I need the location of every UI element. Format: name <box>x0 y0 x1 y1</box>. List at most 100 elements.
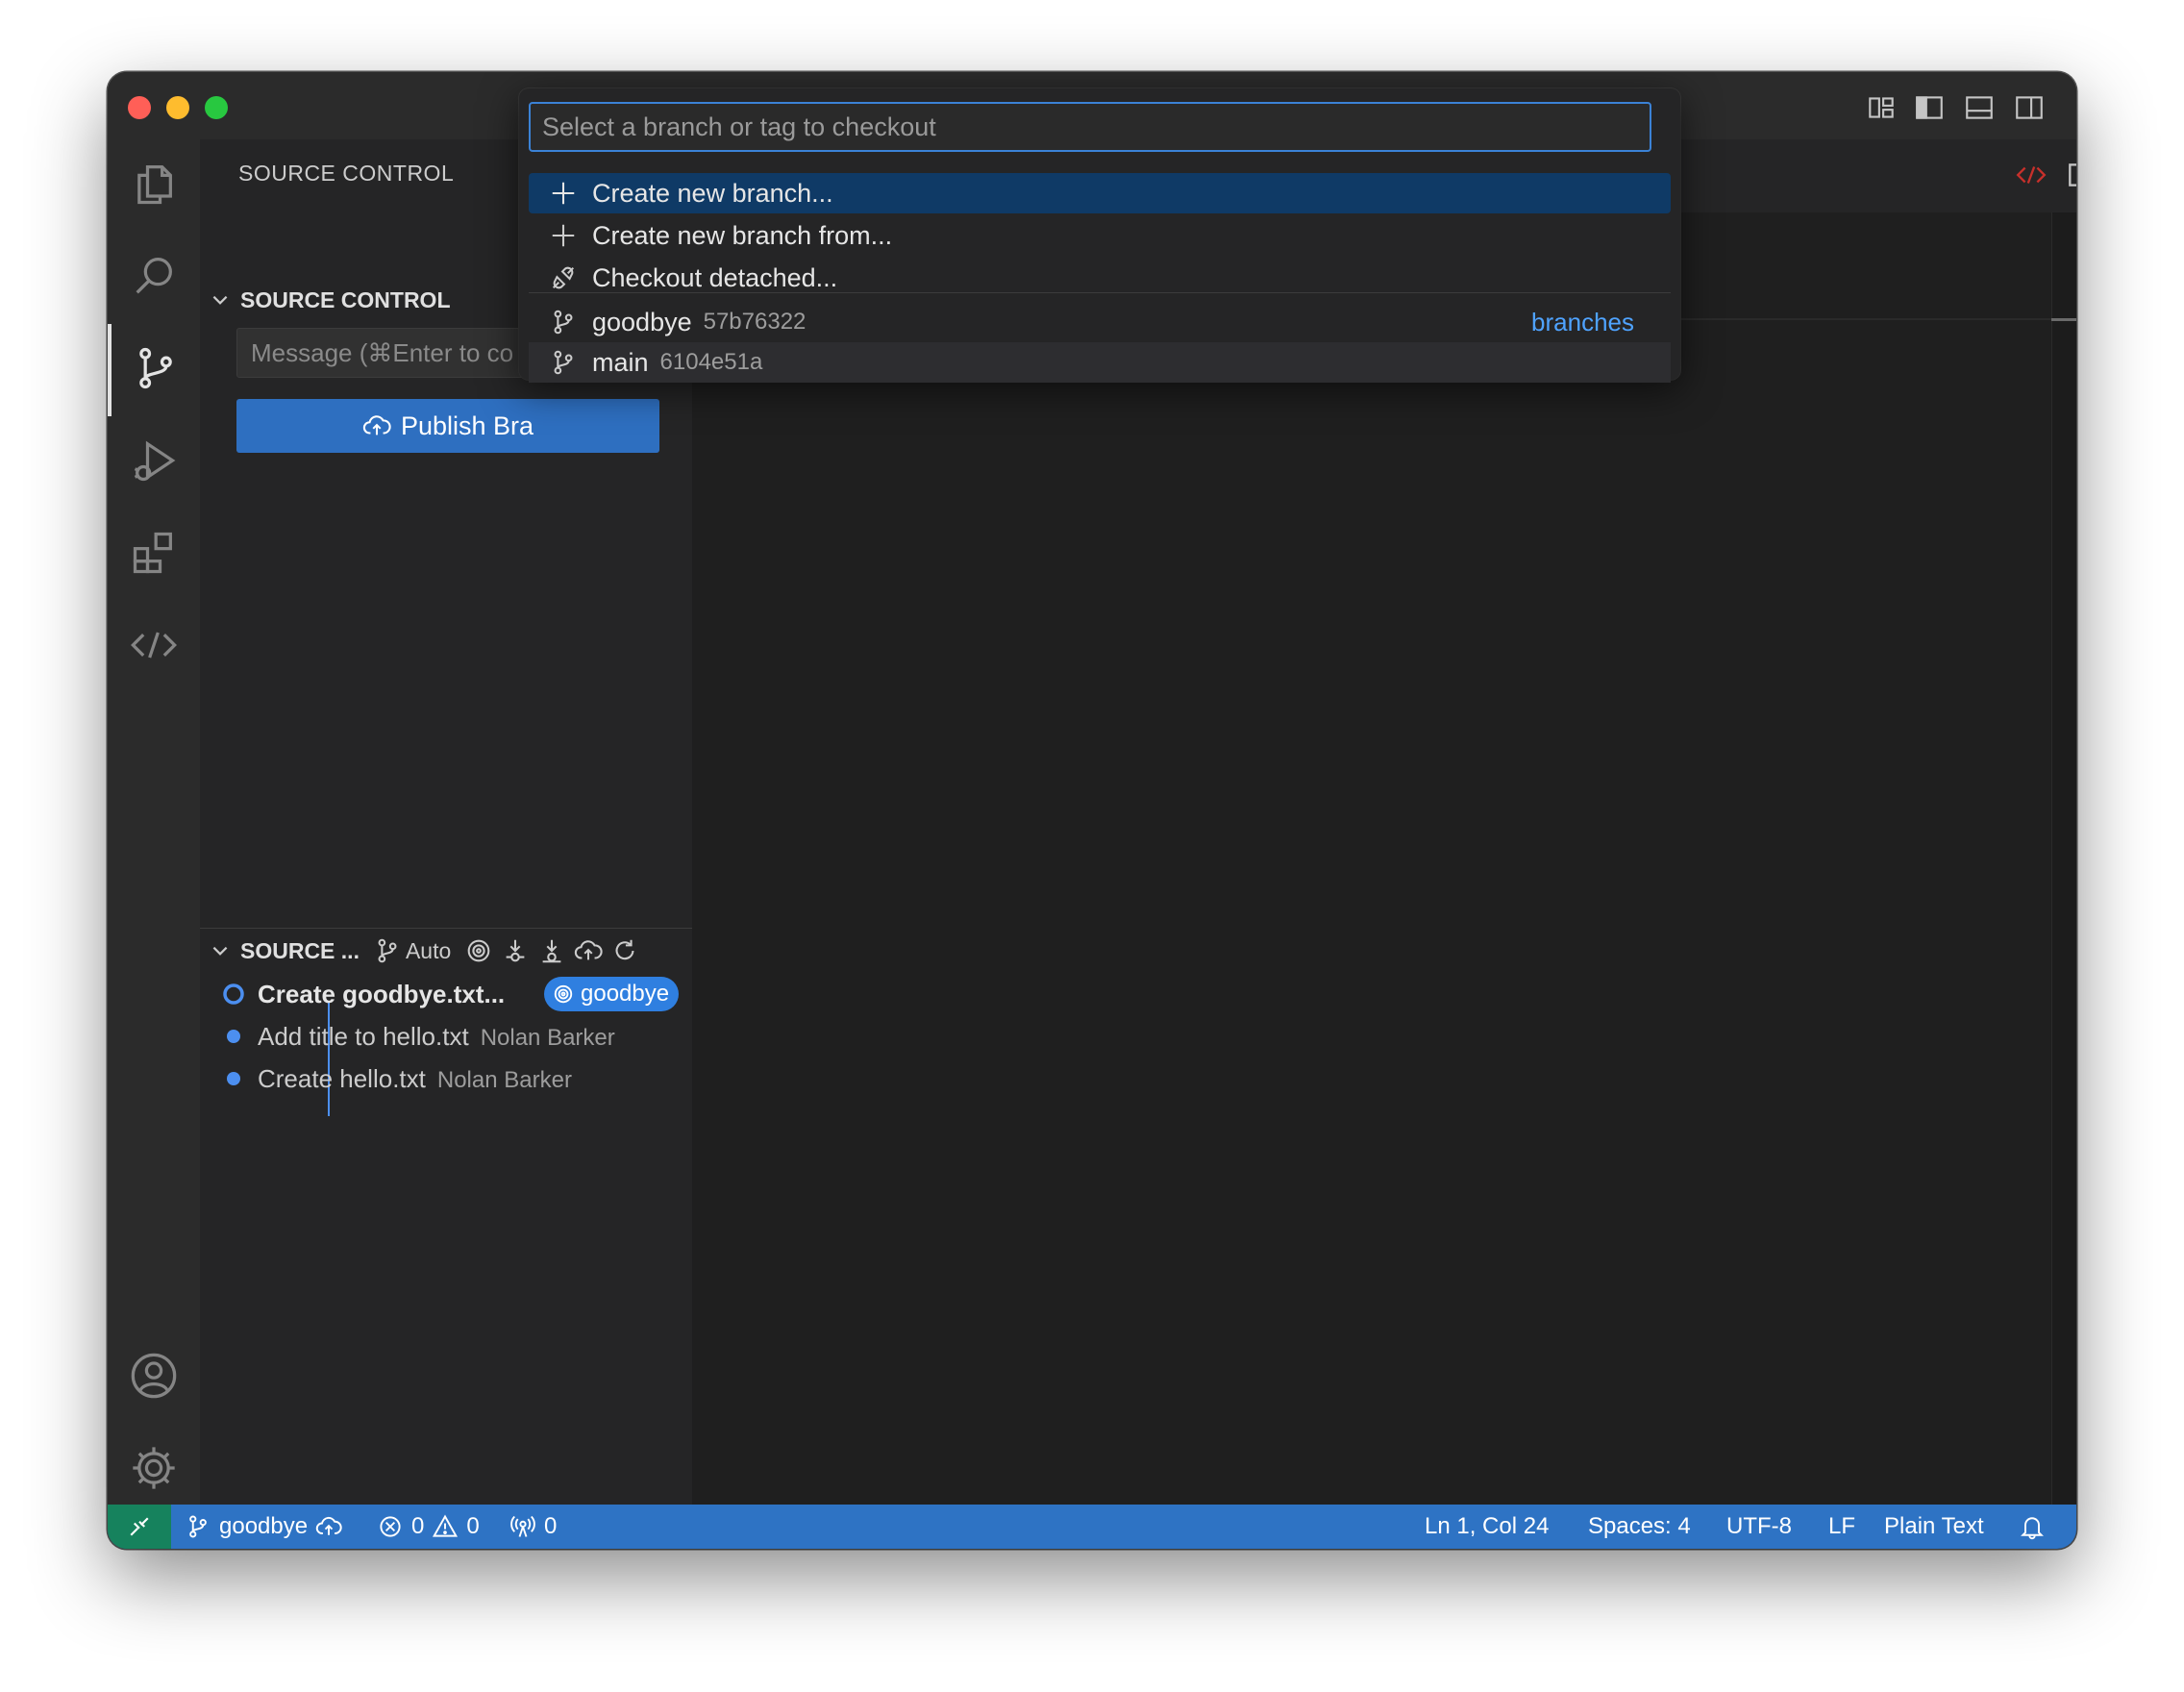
graph-commit-row[interactable]: Add title to hello.txt Nolan Barker <box>200 1015 692 1058</box>
chevron-down-icon <box>212 946 228 956</box>
quick-pick-label: Checkout detached... <box>592 262 838 292</box>
quick-pick-separator <box>529 292 1671 293</box>
commit-hash: 6104e51a <box>659 349 763 375</box>
graph-commit-row[interactable]: Create hello.txt Nolan Barker <box>200 1058 692 1100</box>
toggle-panel-icon[interactable] <box>1963 91 1996 124</box>
cursor-position[interactable]: Ln 1, Col 24 <box>1425 1505 1549 1549</box>
graph-commit-row[interactable]: Create goodbye.txt... goodbye <box>200 973 692 1015</box>
source-control-view[interactable] <box>108 324 200 416</box>
graph-auto-label: Auto <box>405 937 452 963</box>
indentation-status[interactable]: Spaces: 4 <box>1588 1505 1691 1549</box>
fetch-icon[interactable] <box>501 936 530 965</box>
error-count: 0 <box>411 1513 425 1539</box>
cloud-upload-icon <box>362 415 391 435</box>
git-branch-icon <box>378 938 397 963</box>
debug-disconnect-icon <box>548 262 579 293</box>
warning-icon <box>433 1514 459 1537</box>
status-bar: goodbye 0 0 0 Ln 1, Col 24 Spaces: 4 UTF… <box>108 1505 2076 1549</box>
branch-badge: goodbye <box>544 977 680 1011</box>
quick-pick-category: branches <box>1531 307 1634 336</box>
vscode-window: SOURCE CONTROL SOURCE CONTROL Message (⌘… <box>108 72 2076 1549</box>
encoding-status[interactable]: UTF-8 <box>1726 1505 1792 1549</box>
warning-count: 0 <box>466 1513 480 1539</box>
manage-button[interactable] <box>108 1424 200 1516</box>
commit-author: Nolan Barker <box>436 1066 572 1093</box>
remote-explorer-icon[interactable] <box>2015 159 2048 191</box>
branch-name: goodbye <box>219 1513 309 1539</box>
checkout-quick-pick: Select a branch or tag to checkout Creat… <box>519 88 1680 383</box>
quick-pick-item-create-branch[interactable]: Create new branch... <box>529 173 1671 213</box>
broadcast-icon <box>510 1515 535 1537</box>
commit-node-icon <box>227 1072 240 1085</box>
chevron-down-icon <box>212 295 228 305</box>
ports-count: 0 <box>544 1513 558 1539</box>
close-window-button[interactable] <box>128 96 151 119</box>
commit-title: Create hello.txt Nolan Barker <box>258 1063 572 1093</box>
extensions-icon <box>129 528 179 583</box>
search-icon <box>129 251 179 306</box>
run-debug-view[interactable] <box>108 416 200 509</box>
bell-icon <box>2021 1517 2044 1540</box>
quick-pick-label: goodbye <box>592 307 692 336</box>
remote-explorer-view[interactable] <box>108 601 200 693</box>
quick-pick-item-branch-goodbye[interactable]: goodbye 57b76322 branches <box>529 302 1671 342</box>
problems-status[interactable]: 0 0 <box>377 1505 480 1549</box>
sidebar-title: SOURCE CONTROL <box>238 161 455 186</box>
account-icon <box>129 1351 179 1406</box>
plus-icon <box>548 178 579 209</box>
source-control-icon <box>131 343 181 398</box>
extensions-view[interactable] <box>108 509 200 601</box>
git-branch-icon <box>548 307 579 337</box>
search-view[interactable] <box>108 232 200 324</box>
cloud-upload-icon[interactable] <box>315 1513 342 1540</box>
toggle-primary-sidebar-icon[interactable] <box>1913 91 1946 124</box>
remote-explorer-icon <box>129 620 179 675</box>
commit-title: Create goodbye.txt... <box>258 979 506 1008</box>
ports-status[interactable]: 0 <box>509 1505 557 1549</box>
split-editor-icon[interactable] <box>2065 159 2076 191</box>
branch-badge-label: goodbye <box>581 981 670 1007</box>
section-divider <box>200 928 692 929</box>
quick-pick-label: Create new branch... <box>592 178 833 208</box>
branch-status[interactable]: goodbye <box>185 1505 342 1549</box>
error-icon <box>380 1516 401 1537</box>
push-icon[interactable] <box>574 936 603 965</box>
scrollbar-position-marker <box>2051 318 2076 321</box>
language-mode-status[interactable]: Plain Text <box>1884 1505 1984 1549</box>
commit-title: Add title to hello.txt Nolan Barker <box>258 1021 615 1051</box>
publish-branch-button[interactable]: Publish Bra <box>236 399 659 453</box>
explorer-view[interactable] <box>108 139 200 232</box>
run-debug-icon <box>129 435 179 490</box>
pull-icon[interactable] <box>537 936 566 965</box>
quick-pick-item-create-branch-from[interactable]: Create new branch from... <box>529 215 1671 256</box>
git-branch-icon <box>189 1515 207 1538</box>
toggle-secondary-sidebar-icon[interactable] <box>2013 91 2046 124</box>
end-of-line-status[interactable]: LF <box>1828 1505 1855 1549</box>
minimize-window-button[interactable] <box>166 96 189 119</box>
source-control-graph-header[interactable]: SOURCE ... Auto <box>200 930 692 972</box>
customize-layout-icon[interactable] <box>1865 91 1898 124</box>
editor-scrollbar[interactable] <box>2051 212 2076 1505</box>
publish-branch-label: Publish Bra <box>400 411 534 440</box>
branch-search-input[interactable]: Select a branch or tag to checkout <box>529 102 1651 152</box>
commit-author: Nolan Barker <box>480 1024 615 1051</box>
maximize-window-button[interactable] <box>205 96 228 119</box>
commit-node-icon <box>227 1030 240 1043</box>
quick-pick-item-branch-main[interactable]: main 6104e51a <box>529 342 1671 383</box>
commit-node-icon <box>223 983 244 1005</box>
graph-section-title: SOURCE ... <box>240 937 360 963</box>
accounts-button[interactable] <box>108 1331 200 1424</box>
remote-indicator[interactable] <box>108 1505 171 1549</box>
plus-icon <box>548 220 579 251</box>
files-icon <box>129 159 179 213</box>
quick-pick-label: main <box>592 347 649 377</box>
quick-pick-label: Create new branch from... <box>592 220 893 250</box>
refresh-icon[interactable] <box>610 936 639 965</box>
target-icon <box>554 984 573 1004</box>
notifications-button[interactable] <box>2019 1505 2046 1549</box>
git-branch-icon <box>548 347 579 378</box>
graph-branch-filter[interactable]: Auto <box>373 936 451 965</box>
target-icon[interactable] <box>464 936 493 965</box>
section-title: SOURCE CONTROL <box>240 286 451 312</box>
commit-hash: 57b76322 <box>703 309 807 335</box>
